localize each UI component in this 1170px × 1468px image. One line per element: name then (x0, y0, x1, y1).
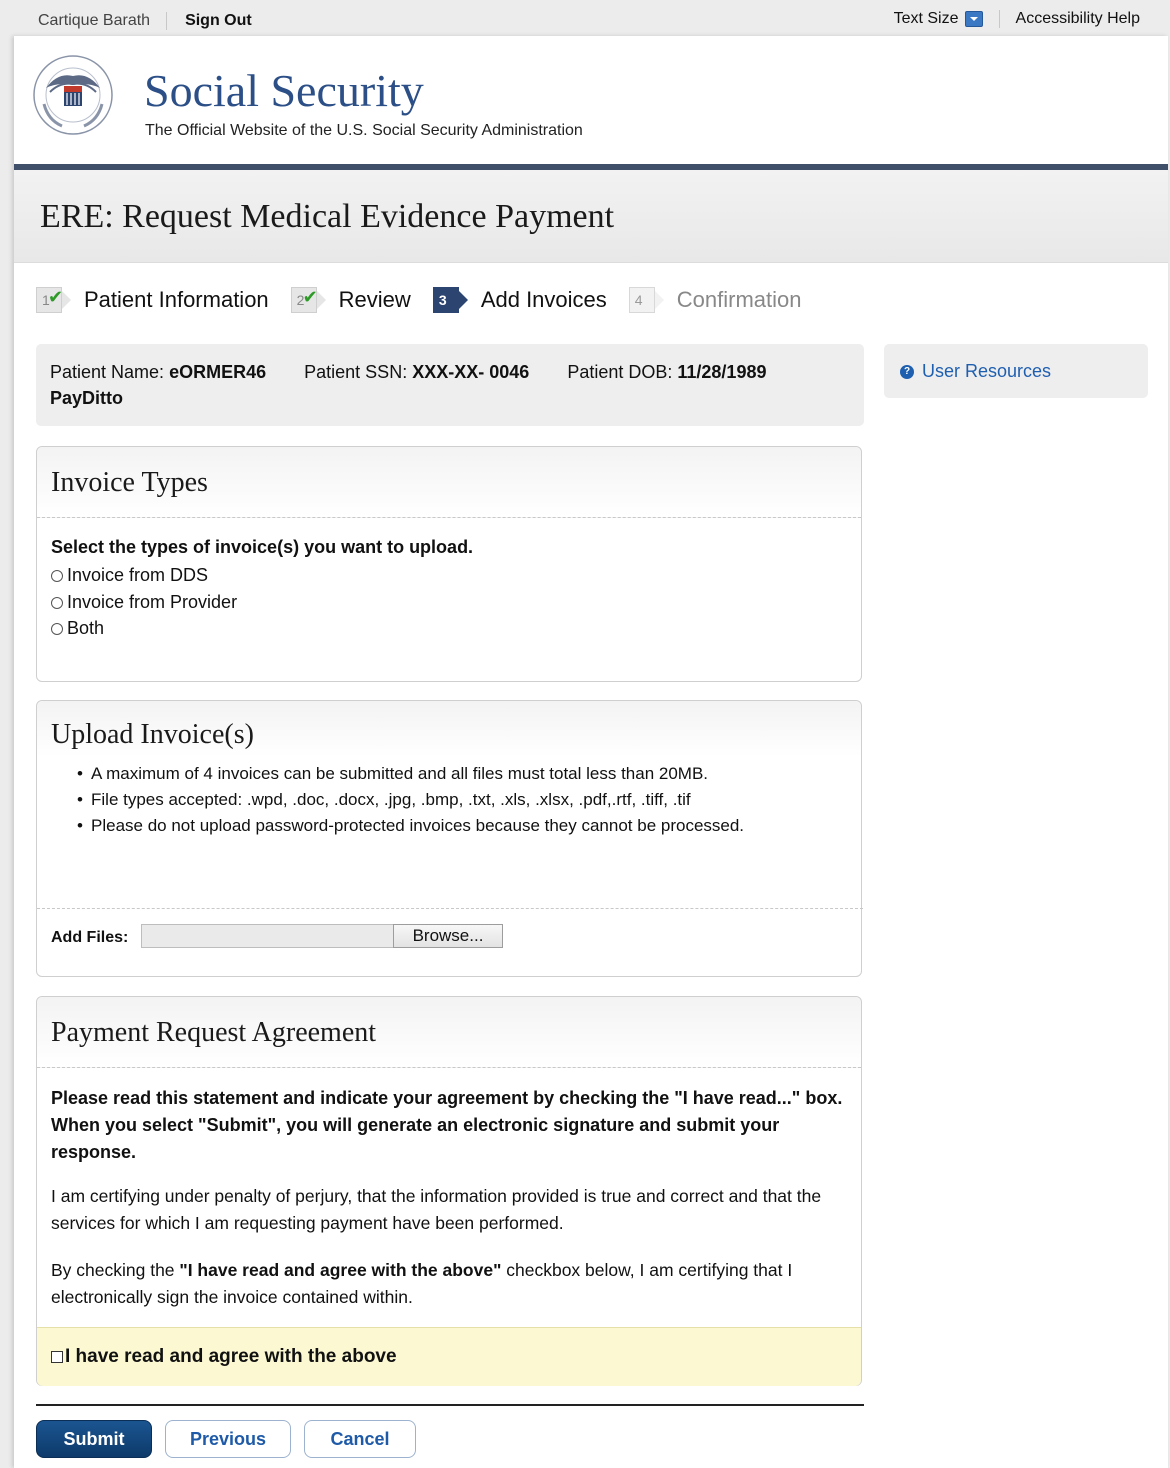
step-label: Add Invoices (480, 287, 607, 312)
step-badge: 2 ✔ (290, 287, 326, 313)
page-frame: Social Security The Official Website of … (14, 36, 1168, 1468)
text-size-label: Text Size (893, 10, 959, 27)
step-label: Review (338, 287, 411, 312)
step-label: Confirmation (676, 287, 802, 312)
user-resources-link[interactable]: ? User Resources (900, 361, 1051, 382)
patient-info-line: Patient Name: eORMER46 Patient SSN: XXX-… (50, 362, 766, 383)
patient-dob-label: Patient DOB: (567, 362, 673, 382)
step-number: 3 (438, 292, 447, 308)
page-title: ERE: Request Medical Evidence Payment (40, 198, 615, 235)
radio-option-both[interactable]: Both (51, 618, 104, 639)
progress-steps: 1 ✔ Patient Information 2 ✔ Review 3 Add… (36, 284, 824, 316)
radio-label: Both (67, 618, 105, 638)
agree-checkbox-label[interactable]: I have read and agree with the above (65, 1346, 397, 1368)
patient-name-label: Patient Name: (50, 362, 165, 382)
step-badge: 1 ✔ (36, 287, 71, 313)
chevron-down-icon[interactable] (964, 11, 983, 27)
step-review: 2 ✔ Review (290, 287, 411, 313)
utility-bar: Cartique Barath Sign Out Text Size Acces… (0, 0, 1170, 36)
user-area: Cartique Barath Sign Out (38, 12, 252, 30)
file-path-field[interactable] (141, 924, 397, 948)
divider (166, 12, 168, 30)
browse-button[interactable]: Browse... (393, 924, 503, 948)
panel-title: Upload Invoice(s) (51, 719, 254, 750)
list-item: Please do not upload password-protected … (77, 813, 837, 839)
patient-ssn-value: XXX-XX- 0046 (412, 362, 530, 382)
radio-button[interactable] (51, 569, 63, 582)
panel-title: Payment Request Agreement (51, 1017, 377, 1048)
radio-button[interactable] (51, 596, 63, 609)
patient-dob-value: 11/28/1989 (677, 362, 767, 382)
utility-links: Text Size Accessibility Help (894, 10, 1140, 28)
add-files-label: Add Files: (51, 929, 129, 946)
user-resources-label: User Resources (922, 361, 1052, 381)
invoice-types-prompt: Select the types of invoice(s) you want … (51, 537, 474, 557)
cancel-button[interactable]: Cancel (304, 1420, 416, 1458)
radio-label: Invoice from DDS (67, 565, 209, 585)
text-fragment: By checking the (51, 1260, 180, 1280)
step-confirmation: 4 Confirmation (628, 287, 802, 313)
step-badge: 3 (432, 287, 468, 313)
agree-checkbox-row[interactable]: I have read and agree with the above (51, 1346, 397, 1368)
radio-option-dds[interactable]: Invoice from DDS (51, 565, 208, 586)
payment-agreement-panel: Payment Request Agreement Please read th… (36, 996, 862, 1386)
upload-requirements-list: A maximum of 4 invoices can be submitted… (77, 761, 837, 839)
panel-header: Invoice Types (37, 447, 861, 518)
agreement-signature-text: By checking the "I have read and agree w… (51, 1257, 851, 1311)
accessibility-help-link[interactable]: Accessibility Help (1016, 10, 1140, 28)
step-patient-information: 1 ✔ Patient Information (36, 287, 269, 313)
radio-button[interactable] (51, 622, 63, 635)
agreement-instructions: Please read this statement and indicate … (51, 1088, 843, 1162)
divider (998, 10, 1000, 28)
help-icon: ? (900, 364, 914, 379)
checkmark-icon: ✔ (302, 287, 318, 307)
site-header: Social Security The Official Website of … (14, 36, 1168, 164)
checkmark-icon: ✔ (48, 287, 64, 307)
ssa-seal-icon[interactable] (32, 54, 114, 136)
list-item: A maximum of 4 invoices can be submitted… (77, 761, 837, 787)
agreement-checkbox-bar: I have read and agree with the above (37, 1327, 861, 1386)
step-badge: 4 (628, 287, 664, 313)
radio-label: Invoice from Provider (67, 592, 238, 612)
submit-button[interactable]: Submit (36, 1420, 152, 1458)
agreement-certification: I am certifying under penalty of perjury… (51, 1186, 822, 1233)
text-fragment-bold: "I have read and agree with the above" (179, 1260, 502, 1280)
panel-title: Invoice Types (51, 467, 208, 498)
invoice-types-panel: Invoice Types Select the types of invoic… (36, 446, 862, 682)
patient-name-last: PayDitto (50, 388, 124, 408)
user-resources-box: ? User Resources (884, 344, 1148, 398)
upload-invoices-panel: Upload Invoice(s) A maximum of 4 invoice… (36, 700, 863, 977)
sign-out-link[interactable]: Sign Out (185, 12, 252, 30)
step-number: 4 (634, 292, 643, 308)
page-title-band: ERE: Request Medical Evidence Payment (14, 170, 1168, 263)
site-subtitle: The Official Website of the U.S. Social … (145, 122, 583, 139)
site-title[interactable]: Social Security (144, 64, 424, 117)
radio-option-provider[interactable]: Invoice from Provider (51, 592, 237, 613)
patient-name-first: eORMER46 (169, 362, 267, 382)
list-item: File types accepted: .wpd, .doc, .docx, … (77, 787, 837, 813)
agree-checkbox[interactable] (51, 1351, 63, 1363)
patient-ssn-label: Patient SSN: (304, 362, 408, 382)
step-label: Patient Information (84, 287, 269, 312)
footer-divider (36, 1404, 864, 1406)
patient-info-box: Patient Name: eORMER46 Patient SSN: XXX-… (36, 344, 864, 426)
divider (37, 908, 863, 909)
panel-header: Payment Request Agreement (37, 997, 861, 1068)
panel-header: Upload Invoice(s) (37, 701, 861, 757)
previous-button[interactable]: Previous (165, 1420, 291, 1458)
step-add-invoices: 3 Add Invoices (432, 287, 607, 313)
text-size-control[interactable]: Text Size (894, 10, 983, 28)
user-name: Cartique Barath (38, 12, 151, 29)
